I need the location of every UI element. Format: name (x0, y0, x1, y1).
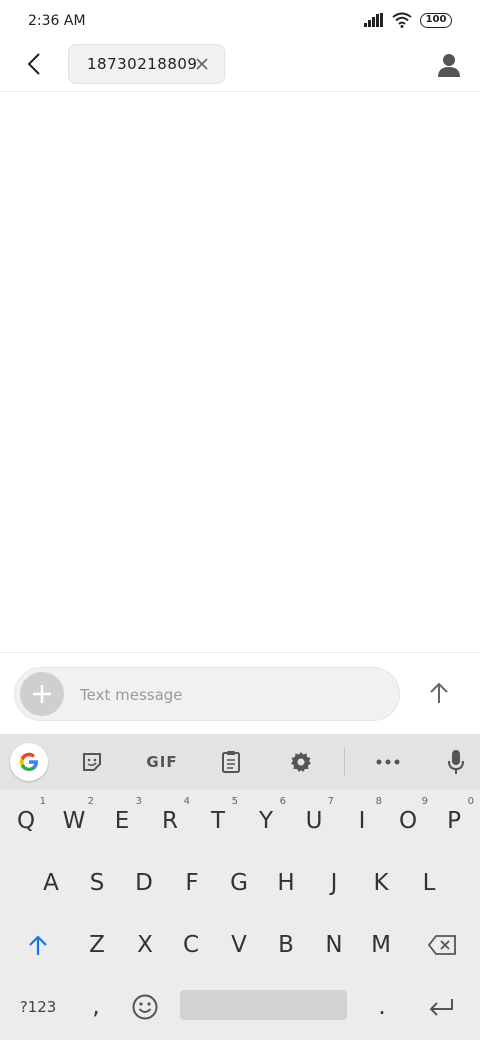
key-i[interactable]: I8 (338, 790, 386, 852)
key-row-2: A S D F G H J K L (0, 852, 480, 914)
key-a[interactable]: A (27, 852, 75, 914)
key-p[interactable]: P0 (430, 790, 478, 852)
voice-input-button[interactable] (438, 744, 474, 780)
space-bar (180, 990, 347, 1020)
sticker-icon (83, 753, 101, 771)
key-h[interactable]: H (262, 852, 310, 914)
key-x[interactable]: X (121, 914, 169, 976)
symbols-key[interactable]: ?123 (8, 976, 68, 1038)
key-row-1: Q1 W2 E3 R4 T5 Y6 U7 I8 O9 P0 (0, 790, 480, 852)
comma-key[interactable]: , (74, 976, 118, 1038)
shift-icon (29, 935, 47, 955)
key-c[interactable]: C (167, 914, 215, 976)
enter-key[interactable] (412, 976, 470, 1038)
contact-icon (438, 54, 460, 77)
recipient-chip[interactable]: 18730218809 (68, 44, 225, 84)
key-n[interactable]: N (310, 914, 358, 976)
wifi-icon (392, 12, 412, 28)
key-m[interactable]: M (357, 914, 405, 976)
clipboard-button[interactable] (213, 744, 249, 780)
emoji-icon (132, 994, 158, 1020)
shift-key[interactable] (10, 914, 66, 976)
plus-icon (33, 685, 51, 703)
status-time: 2:36 AM (28, 13, 86, 29)
settings-button[interactable] (283, 744, 319, 780)
battery-indicator: 100 (420, 12, 452, 28)
status-icons: 100 (364, 12, 452, 28)
signal-icon (364, 13, 383, 27)
key-w[interactable]: W2 (50, 790, 98, 852)
period-key[interactable]: . (360, 976, 404, 1038)
key-q[interactable]: Q1 (2, 790, 50, 852)
key-e[interactable]: E3 (98, 790, 146, 852)
key-k[interactable]: K (357, 852, 405, 914)
key-y[interactable]: Y6 (242, 790, 290, 852)
gif-button[interactable]: GIF (138, 744, 186, 780)
more-button[interactable] (370, 744, 406, 780)
back-button[interactable] (20, 50, 48, 78)
key-d[interactable]: D (120, 852, 168, 914)
key-v[interactable]: V (215, 914, 263, 976)
contact-button[interactable] (434, 50, 464, 80)
compose-bar (14, 667, 400, 721)
remove-recipient-button[interactable] (194, 56, 210, 72)
add-attachment-button[interactable] (20, 672, 64, 716)
gear-icon (291, 752, 311, 772)
key-f[interactable]: F (168, 852, 216, 914)
key-j[interactable]: J (310, 852, 358, 914)
key-l[interactable]: L (405, 852, 453, 914)
sticker-button[interactable] (74, 744, 110, 780)
close-icon (196, 58, 208, 70)
backspace-icon (428, 935, 456, 955)
key-row-4: ?123 , . (0, 976, 480, 1038)
send-arrow-icon (430, 682, 448, 703)
back-arrow-icon (27, 53, 40, 75)
clipboard-icon (222, 751, 240, 773)
google-search-button[interactable] (10, 743, 48, 781)
keyboard-toolbar: GIF (0, 734, 480, 790)
key-t[interactable]: T5 (194, 790, 242, 852)
compose-divider (0, 652, 480, 653)
google-icon (19, 752, 38, 771)
backspace-key[interactable] (414, 914, 470, 976)
status-bar: 2:36 AM 100 (0, 0, 480, 42)
recipient-number: 18730218809 (87, 55, 198, 73)
conversation-header: 18730218809 (0, 42, 480, 92)
key-o[interactable]: O9 (384, 790, 432, 852)
toolbar-separator (344, 748, 345, 776)
emoji-key[interactable] (122, 976, 168, 1038)
message-area (0, 92, 480, 652)
key-z[interactable]: Z (73, 914, 121, 976)
key-g[interactable]: G (215, 852, 263, 914)
message-input[interactable] (80, 684, 380, 706)
key-row-3: Z X C V B N M (0, 914, 480, 976)
key-s[interactable]: S (73, 852, 121, 914)
mic-icon (448, 750, 464, 774)
key-u[interactable]: U7 (290, 790, 338, 852)
key-b[interactable]: B (262, 914, 310, 976)
send-button[interactable] (420, 674, 458, 712)
key-r[interactable]: R4 (146, 790, 194, 852)
more-icon (376, 759, 400, 765)
keyboard: GIF Q 1 W 2 E 3 R 4 T 5 Y 6 U 7 I 8 O 9 … (0, 734, 480, 1040)
enter-icon (429, 999, 453, 1016)
